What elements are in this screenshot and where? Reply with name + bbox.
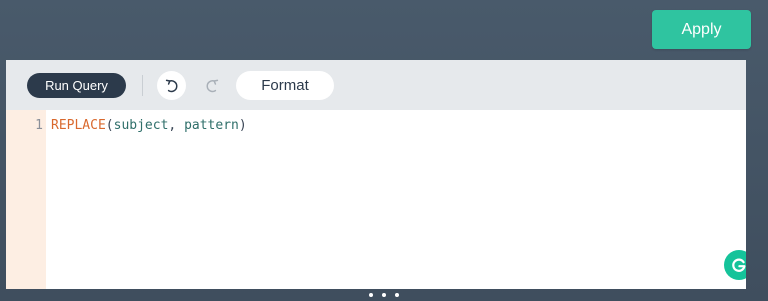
redo-icon [206, 79, 218, 92]
code-argument-pattern: pattern [184, 118, 239, 133]
code-comma: , [168, 118, 185, 133]
toolbar-divider [142, 75, 143, 96]
drag-handle-dot [382, 293, 386, 297]
editor-toolbar: Run Query Format [6, 60, 746, 110]
drag-handle-dot [395, 293, 399, 297]
apply-button[interactable]: Apply [652, 10, 751, 49]
code-open-paren: ( [105, 118, 114, 133]
drag-handle-icon[interactable] [369, 293, 399, 301]
grammarly-icon [732, 258, 746, 272]
run-query-button[interactable]: Run Query [27, 73, 126, 98]
code-line[interactable]: REPLACE(subject, pattern) [51, 118, 247, 133]
code-close-paren: ) [238, 118, 247, 133]
code-function-name: REPLACE [51, 118, 106, 133]
drag-handle-dot [369, 293, 373, 297]
undo-button[interactable] [157, 71, 186, 100]
line-number-gutter [6, 110, 46, 289]
query-editor-panel: Run Query Format 1 REPLACE(subject, patt… [6, 60, 746, 289]
code-argument-subject: subject [113, 118, 169, 133]
format-button[interactable]: Format [236, 71, 334, 100]
undo-icon [165, 79, 177, 92]
redo-button[interactable] [197, 71, 226, 100]
line-number: 1 [35, 118, 43, 133]
grammarly-button[interactable] [724, 250, 746, 280]
